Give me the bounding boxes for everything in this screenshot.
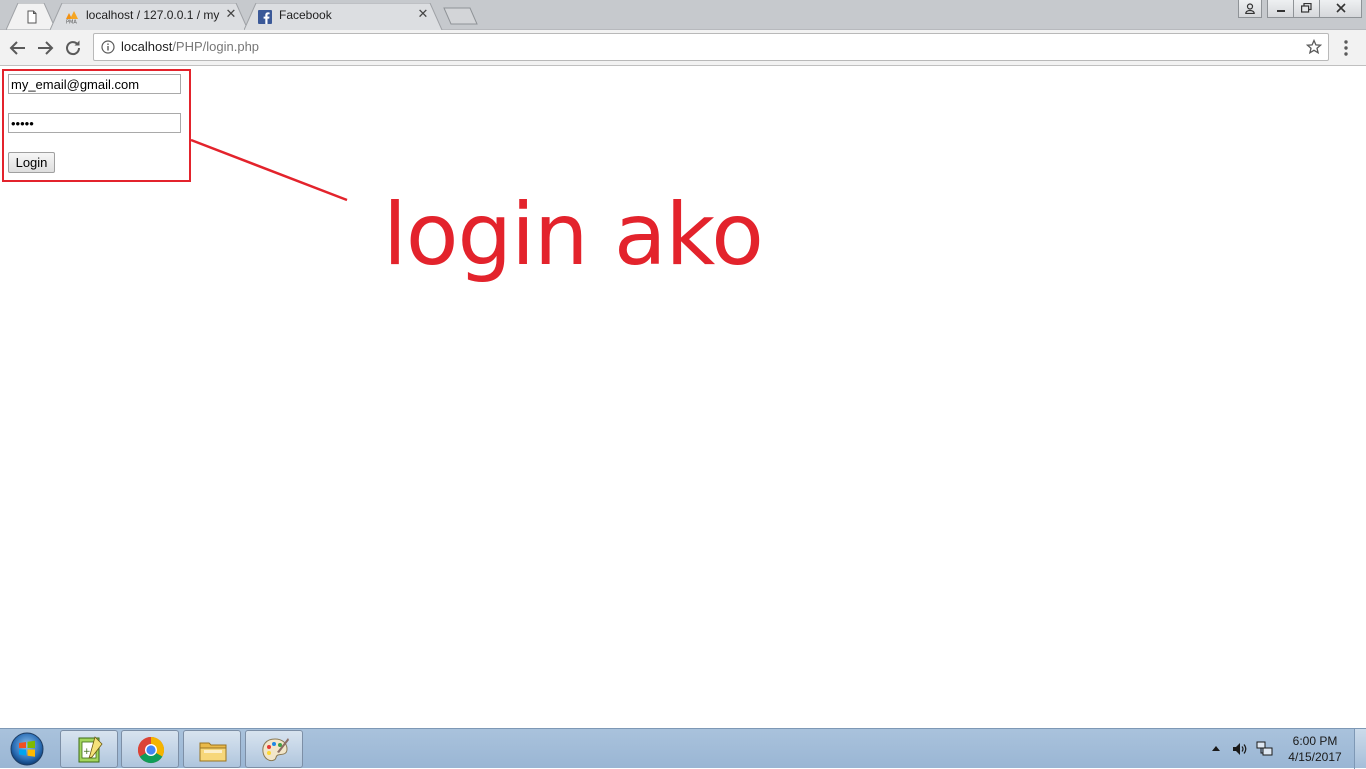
annotation-line xyxy=(190,138,348,202)
paint-icon xyxy=(262,738,289,762)
tab-blank-page[interactable] xyxy=(6,3,56,30)
minimize-icon xyxy=(1276,10,1285,12)
facebook-icon xyxy=(258,9,272,24)
network-icon[interactable] xyxy=(1256,741,1274,757)
volume-icon[interactable] xyxy=(1232,741,1248,757)
tab-strip: PMA localhost / 127.0.0.1 / my ✕ Faceboo… xyxy=(0,0,1366,30)
browser-toolbar: localhost/PHP/login.php xyxy=(0,30,1366,66)
show-hidden-icons-icon[interactable] xyxy=(1211,744,1221,752)
url-text: localhost/PHP/login.php xyxy=(121,39,259,54)
show-desktop-button[interactable] xyxy=(1354,729,1366,769)
new-tab-icon[interactable] xyxy=(442,7,480,25)
taskbar: ++ xyxy=(0,728,1366,769)
chrome-icon xyxy=(137,736,165,764)
taskbar-explorer[interactable] xyxy=(183,730,241,768)
start-button[interactable] xyxy=(6,731,48,767)
clock-date: 4/15/2017 xyxy=(1288,750,1342,764)
tab-close-icon[interactable]: ✕ xyxy=(416,8,430,22)
page-icon xyxy=(25,9,39,24)
tab-phpmyadmin[interactable]: PMA localhost / 127.0.0.1 / my ✕ xyxy=(50,3,250,30)
bookmark-star-icon[interactable] xyxy=(1306,39,1322,55)
profile-button[interactable] xyxy=(1238,0,1262,18)
clock-time: 6:00 PM xyxy=(1292,734,1338,748)
address-bar[interactable]: localhost/PHP/login.php xyxy=(93,33,1329,61)
url-path: /PHP/login.php xyxy=(172,39,260,54)
reload-icon[interactable] xyxy=(62,37,84,59)
tab-title: Facebook xyxy=(279,8,332,22)
svg-text:PMA: PMA xyxy=(66,20,77,25)
tab-facebook[interactable]: Facebook ✕ xyxy=(244,3,444,30)
back-arrow-icon[interactable] xyxy=(7,37,29,59)
taskbar-chrome[interactable] xyxy=(121,730,179,768)
close-icon xyxy=(1335,3,1346,13)
forward-arrow-icon[interactable] xyxy=(34,37,56,59)
info-icon[interactable] xyxy=(101,40,115,54)
url-host: localhost xyxy=(121,39,173,54)
phpmyadmin-icon: PMA xyxy=(65,9,79,26)
file-explorer-icon xyxy=(199,742,227,762)
restore-icon xyxy=(1301,3,1312,13)
minimize-button[interactable] xyxy=(1267,0,1294,18)
tab-close-icon[interactable]: ✕ xyxy=(224,8,238,22)
taskbar-paint[interactable] xyxy=(245,730,303,768)
notepad-plus-icon: ++ xyxy=(78,736,103,763)
taskbar-notepad-plus[interactable]: ++ xyxy=(60,730,118,768)
menu-dots-icon[interactable] xyxy=(1342,39,1350,57)
close-window-button[interactable] xyxy=(1319,0,1362,18)
annotation-text: login ako xyxy=(383,185,764,285)
user-icon xyxy=(1245,3,1255,14)
restore-button[interactable] xyxy=(1293,0,1320,18)
page-content: Login login ako xyxy=(0,67,1366,728)
tab-title: localhost / 127.0.0.1 / my xyxy=(86,8,220,22)
system-clock[interactable]: 6:00 PM 4/15/2017 xyxy=(1280,733,1350,765)
